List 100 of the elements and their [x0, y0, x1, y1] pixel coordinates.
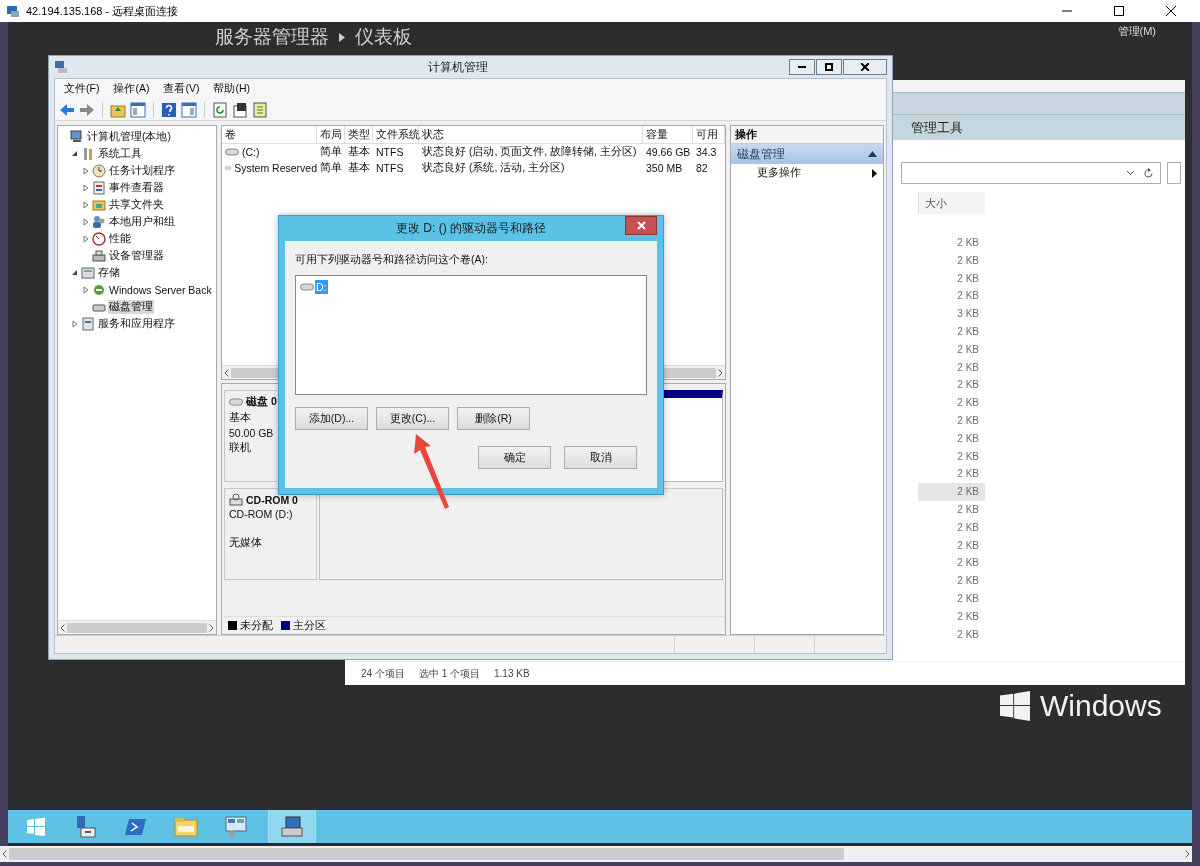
tree-item[interactable]: 任务计划程序	[108, 163, 176, 178]
file-size[interactable]: 2 KB	[918, 518, 985, 537]
file-size[interactable]: 2 KB	[918, 554, 985, 573]
drive-icon	[225, 148, 239, 156]
legend-item: 未分配	[228, 618, 273, 633]
file-size[interactable]: 2 KB	[918, 234, 985, 252]
file-size[interactable]: 2 KB	[918, 251, 985, 270]
dialog-button[interactable]: 添加(D)...	[295, 407, 368, 430]
file-size[interactable]: 2 KB	[918, 287, 985, 306]
close-button[interactable]	[843, 59, 887, 75]
dialog-button[interactable]: 更改(C)...	[376, 407, 449, 430]
file-size[interactable]: 2 KB	[918, 607, 985, 626]
tree-item[interactable]: 系统工具	[97, 146, 143, 161]
tree-item[interactable]: 事件查看器	[108, 180, 165, 195]
file-size[interactable]: 2 KB	[918, 572, 985, 590]
column-header[interactable]: 布局	[317, 126, 345, 144]
refresh-icon[interactable]	[212, 101, 228, 118]
breadcrumb-item[interactable]: 仪表板	[355, 24, 412, 50]
status-text: 24 个项目	[361, 666, 405, 681]
menu-item[interactable]: 操作(A)	[110, 82, 153, 96]
back-arrow-icon[interactable]	[59, 102, 75, 117]
breadcrumb-item[interactable]: 服务器管理器	[215, 24, 329, 50]
expand-arrow-icon[interactable]	[82, 166, 89, 175]
file-size[interactable]: 2 KB	[918, 269, 985, 288]
close-button[interactable]	[625, 216, 657, 235]
column-header[interactable]: 可用	[693, 126, 725, 144]
scrollbar-thumb[interactable]	[9, 848, 844, 860]
tree-item[interactable]: 共享文件夹	[108, 197, 165, 212]
action-pane-icon[interactable]	[181, 101, 197, 118]
device-icon	[92, 248, 106, 263]
minimize-icon	[798, 66, 806, 68]
menu-item[interactable]: 文件(F)	[61, 82, 103, 96]
file-size[interactable]: 2 KB	[918, 358, 985, 377]
file-size[interactable]: 2 KB	[918, 589, 985, 608]
file-size[interactable]: 2 KB	[918, 447, 985, 466]
menu-item[interactable]: 管理(M)	[1117, 24, 1156, 39]
disk-detail: 基本	[229, 411, 252, 425]
tree-item[interactable]: 设备管理器	[108, 248, 165, 263]
maximize-button[interactable]	[816, 59, 842, 75]
tree-item[interactable]: 磁盘管理	[108, 299, 154, 314]
tree-item[interactable]: 服务和应用程序	[97, 316, 176, 331]
expand-arrow-icon[interactable]	[82, 234, 89, 243]
file-size[interactable]: 2 KB	[918, 340, 985, 359]
expand-arrow-icon[interactable]	[82, 183, 89, 192]
collapse-arrow-icon[interactable]	[71, 269, 78, 276]
remote-desktop-icon	[6, 4, 20, 18]
help-icon[interactable]	[161, 101, 177, 118]
search-field[interactable]	[1167, 162, 1181, 184]
console-tree-icon[interactable]	[130, 101, 146, 118]
users-icon	[92, 214, 106, 229]
expand-arrow-icon[interactable]	[82, 217, 89, 226]
address-field[interactable]	[901, 162, 1161, 184]
collapse-arrow-icon[interactable]	[71, 150, 78, 157]
windows-logo-icon	[1000, 691, 1030, 721]
file-size[interactable]: 2 KB	[918, 376, 985, 395]
file-size[interactable]: 3 KB	[918, 305, 985, 323]
column-header[interactable]: 状态	[419, 126, 643, 144]
column-header[interactable]: 文件系统	[373, 126, 419, 144]
file-size[interactable]: 2 KB	[918, 625, 985, 644]
drive-icon	[225, 164, 232, 172]
drive-icon	[300, 283, 314, 291]
file-size[interactable]: 2 KB	[918, 394, 985, 412]
tree-item[interactable]: 本地用户和组	[108, 214, 176, 229]
tree-item[interactable]: 存储	[97, 265, 121, 280]
dialog-button[interactable]: 确定	[478, 446, 551, 469]
tree-item[interactable]: 计算机管理(本地)	[86, 129, 172, 144]
file-size[interactable]: 2 KB	[918, 411, 985, 430]
file-size[interactable]: 2 KB	[918, 323, 985, 341]
tree-item[interactable]: 性能	[108, 231, 132, 246]
table-cell-text: NTFS	[375, 145, 405, 160]
menu-item[interactable]: 查看(V)	[160, 82, 203, 96]
column-header[interactable]: 容量	[643, 126, 693, 144]
dialog-button[interactable]: 取消	[564, 446, 637, 469]
menu-item[interactable]: 帮助(H)	[210, 82, 253, 96]
file-size[interactable]: 2 KB	[918, 429, 985, 448]
forward-arrow-icon[interactable]	[79, 102, 95, 117]
file-size[interactable]: 2 KB	[918, 483, 985, 501]
expand-arrow-icon[interactable]	[71, 319, 78, 328]
file-size[interactable]: 2 KB	[918, 465, 985, 484]
scrollbar-thumb[interactable]	[67, 622, 207, 633]
expand-arrow-icon[interactable]	[82, 285, 89, 294]
services-icon	[81, 316, 95, 331]
desktop-logo-text: Windows	[1040, 690, 1162, 722]
properties-icon[interactable]	[232, 101, 248, 118]
breadcrumb-arrow-icon	[339, 32, 345, 42]
tree-item[interactable]: Windows Server Back	[108, 283, 213, 296]
minimize-button[interactable]	[789, 59, 815, 75]
file-size[interactable]: 2 KB	[918, 500, 985, 519]
taskbar-button[interactable]	[268, 810, 316, 843]
action-section[interactable]: 磁盘管理	[731, 144, 883, 164]
column-header[interactable]: 大小	[918, 192, 985, 214]
disk-detail: 无媒体	[229, 536, 263, 550]
dialog-button[interactable]: 删除(R)	[457, 407, 530, 430]
column-header[interactable]: 卷	[222, 126, 317, 144]
dialog-title: 更改 D: () 的驱动器号和路径	[395, 220, 547, 237]
action-item[interactable]: 更多操作	[731, 164, 883, 182]
refresh-icon[interactable]	[1143, 167, 1154, 179]
column-header[interactable]: 类型	[345, 126, 373, 144]
file-size[interactable]: 2 KB	[918, 536, 985, 555]
expand-arrow-icon[interactable]	[82, 200, 89, 209]
